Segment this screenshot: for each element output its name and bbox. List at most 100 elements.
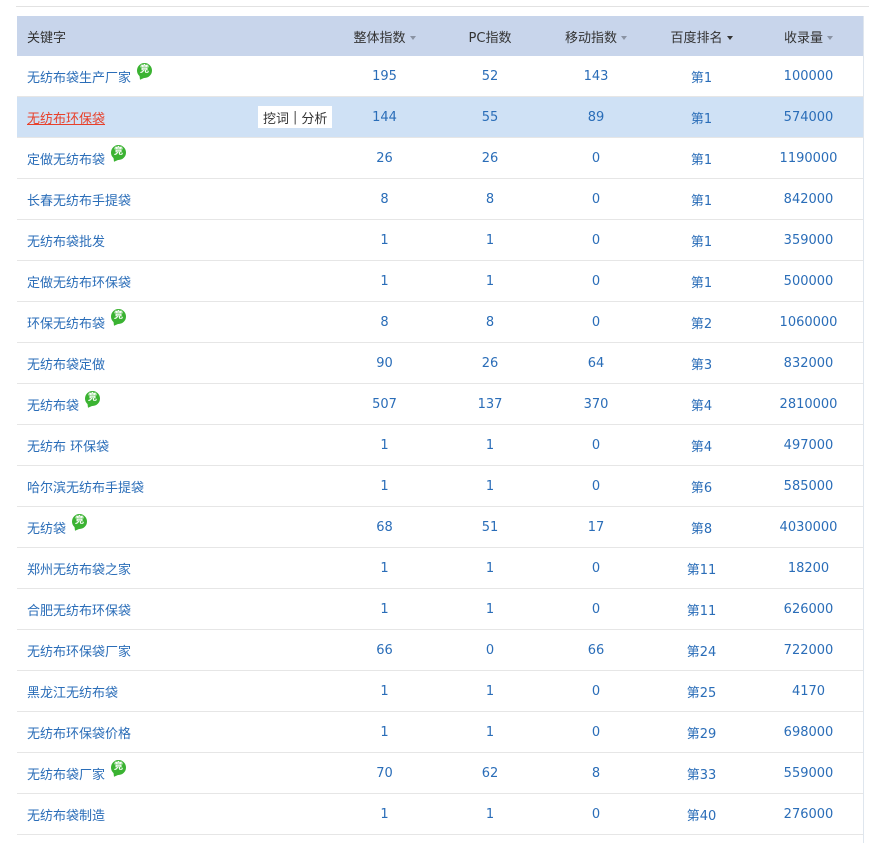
baidu-rank-cell: 第4 — [690, 439, 713, 455]
table-row[interactable]: 合肥无纺布环保袋 1 1 0 第11 626000 — [17, 589, 863, 630]
table-row[interactable]: 黑龙江无纺布袋 1 1 0 第25 4170 — [17, 671, 863, 712]
mobile-index-cell: 370 — [583, 396, 609, 412]
baidu-rank-cell: 第24 — [686, 644, 717, 660]
overall-index-cell: 195 — [372, 68, 397, 84]
keyword-link[interactable]: 无纺布环保袋厂家 — [27, 641, 131, 660]
baidu-rank-cell: 第1 — [690, 152, 713, 168]
header-indexed[interactable]: 收录量 — [755, 27, 862, 46]
indexed-count-cell: 842000 — [783, 191, 834, 207]
table-row[interactable]: 定做无纺布环保袋 1 1 0 第1 500000 — [17, 261, 863, 302]
keyword-link[interactable]: 无纺布袋制造 — [27, 805, 105, 824]
table-row[interactable]: 无纺布袋生产厂家竞 195 52 143 第1 100000 — [17, 56, 863, 97]
overall-index-cell: 1 — [380, 724, 389, 740]
overall-index-cell: 68 — [376, 519, 393, 535]
keyword-link[interactable]: 无纺布 环保袋 — [27, 436, 109, 455]
header-keyword: 关键字 — [27, 30, 67, 46]
indexed-count-cell: 4030000 — [779, 519, 838, 535]
indexed-count-cell: 698000 — [783, 724, 834, 740]
table-row[interactable]: 无纺布 环保袋 1 1 0 第4 497000 — [17, 425, 863, 466]
overall-index-cell: 1 — [380, 437, 389, 453]
keyword-link[interactable]: 定做无纺布环保袋 — [27, 272, 131, 291]
baidu-rank-cell: 第2 — [690, 316, 713, 332]
header-overall-index[interactable]: 整体指数 — [333, 27, 436, 46]
keyword-link[interactable]: 无纺布袋厂家 — [27, 764, 105, 783]
analyze-link[interactable]: 分析 — [301, 108, 327, 127]
indexed-count-cell: 1190000 — [779, 150, 838, 166]
indexed-count-cell: 500000 — [783, 273, 834, 289]
mobile-index-cell: 66 — [587, 642, 605, 658]
keyword-link[interactable]: 无纺布袋定做 — [27, 354, 105, 373]
pc-index-cell: 1 — [485, 232, 495, 248]
keyword-link[interactable]: 郑州无纺布袋之家 — [27, 559, 131, 578]
keyword-link[interactable]: 定做无纺布袋 — [27, 149, 105, 168]
table-row[interactable]: 郑州无纺布袋之家 1 1 0 第11 18200 — [17, 548, 863, 589]
indexed-count-cell: 832000 — [783, 355, 834, 371]
header-mobile-index[interactable]: 移动指数 — [544, 27, 648, 46]
overall-index-cell: 1 — [380, 683, 389, 699]
pc-index-cell: 137 — [477, 396, 503, 412]
overall-index-cell: 90 — [376, 355, 393, 371]
action-separator: | — [293, 109, 298, 125]
keyword-link[interactable]: 无纺布环保袋价格 — [27, 723, 131, 742]
header-baidu-rank[interactable]: 百度排名 — [648, 27, 755, 46]
pc-index-cell: 0 — [485, 642, 495, 658]
overall-index-cell: 507 — [372, 396, 397, 412]
keyword-link[interactable]: 无纺布袋生产厂家 — [27, 67, 131, 86]
mobile-index-cell: 8 — [591, 765, 601, 781]
keyword-link[interactable]: 无纺布环保袋 — [27, 108, 105, 127]
table-row[interactable]: 哈尔滨无纺布手提袋 1 1 0 第6 585000 — [17, 466, 863, 507]
keyword-cell: 环保无纺布袋竞 — [17, 302, 333, 342]
table-row[interactable]: 无纺布环保袋 挖词 | 分析 144 55 89 第1 574000 — [17, 97, 863, 138]
keyword-link[interactable]: 长春无纺布手提袋 — [27, 190, 131, 209]
keyword-cell: 无纺袋竞 — [17, 507, 333, 547]
keyword-cell: 定做无纺布袋竞 — [17, 138, 333, 178]
baidu-rank-cell: 第3 — [690, 357, 713, 373]
mobile-index-cell: 0 — [591, 314, 601, 330]
keyword-cell: 郑州无纺布袋之家 — [17, 548, 333, 588]
pc-index-cell: 26 — [481, 355, 499, 371]
competition-badge-icon: 竞 — [85, 390, 101, 406]
table-row[interactable]: 无纺布袋批发 1 1 0 第1 359000 — [17, 220, 863, 261]
dig-words-link[interactable]: 挖词 — [263, 108, 289, 127]
keyword-link[interactable]: 环保无纺布袋 — [27, 313, 105, 332]
keyword-link[interactable]: 哈尔滨无纺布手提袋 — [27, 477, 144, 496]
indexed-count-cell: 574000 — [783, 109, 834, 125]
mobile-index-cell: 0 — [591, 232, 601, 248]
indexed-count-cell: 626000 — [783, 601, 834, 617]
keyword-cell: 无纺布 环保袋 — [17, 425, 333, 465]
table-row[interactable]: 无纺布袋厂家竞 70 62 8 第33 559000 — [17, 753, 863, 794]
indexed-count-cell: 585000 — [783, 478, 834, 494]
baidu-rank-cell: 第33 — [686, 767, 717, 783]
keyword-cell: 合肥无纺布环保袋 — [17, 589, 333, 629]
table-row[interactable]: 无纺布环保袋厂家 66 0 66 第24 722000 — [17, 630, 863, 671]
keyword-link[interactable]: 无纺布袋批发 — [27, 231, 105, 250]
top-divider — [16, 0, 869, 7]
keyword-link[interactable]: 黑龙江无纺布袋 — [27, 682, 118, 701]
table-row[interactable]: 定做无纺布袋竞 26 26 0 第1 1190000 — [17, 138, 863, 179]
baidu-rank-cell: 第40 — [686, 808, 717, 824]
pc-index-cell: 1 — [485, 683, 495, 699]
pc-index-cell: 1 — [485, 437, 495, 453]
table-row[interactable]: 无纺布袋制造 1 1 0 第40 276000 — [17, 794, 863, 835]
keyword-link[interactable]: 无纺布袋 — [27, 395, 79, 414]
header-pc-index[interactable]: PC指数 — [436, 27, 544, 46]
overall-index-cell: 66 — [376, 642, 393, 658]
mobile-index-cell: 64 — [587, 355, 605, 371]
indexed-count-cell: 276000 — [783, 806, 834, 822]
keyword-link[interactable]: 合肥无纺布环保袋 — [27, 600, 131, 619]
table-row[interactable]: 长春无纺布手提袋 8 8 0 第1 842000 — [17, 179, 863, 220]
table-row[interactable]: 无纺布环保袋价格 1 1 0 第29 698000 — [17, 712, 863, 753]
pc-index-cell: 8 — [485, 191, 495, 207]
table-row[interactable]: 无纺布袋定做 90 26 64 第3 832000 — [17, 343, 863, 384]
pc-index-cell: 1 — [485, 601, 495, 617]
competition-badge-icon: 竞 — [72, 513, 88, 529]
table-row[interactable]: 环保无纺布袋竞 8 8 0 第2 1060000 — [17, 302, 863, 343]
indexed-count-cell: 359000 — [783, 232, 834, 248]
table-row[interactable]: 无纺布袋竞 507 137 370 第4 2810000 — [17, 384, 863, 425]
indexed-count-cell: 497000 — [783, 437, 834, 453]
competition-badge-icon: 竞 — [137, 62, 153, 78]
baidu-rank-cell: 第11 — [686, 603, 717, 619]
keyword-link[interactable]: 无纺袋 — [27, 518, 66, 537]
keyword-cell: 哈尔滨无纺布手提袋 — [17, 466, 333, 506]
table-row[interactable]: 无纺袋竞 68 51 17 第8 4030000 — [17, 507, 863, 548]
